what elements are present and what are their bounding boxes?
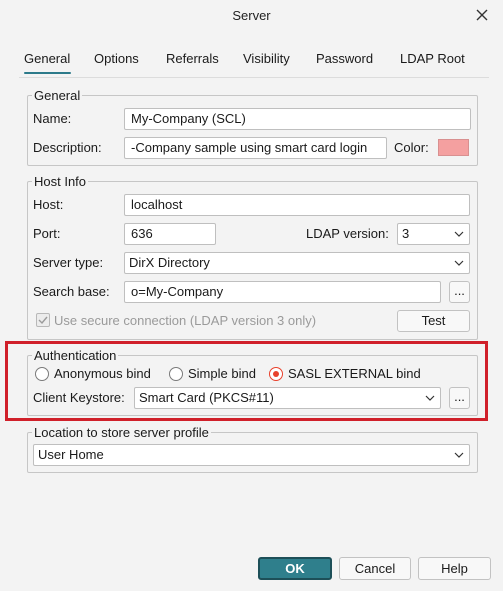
checkmark-icon xyxy=(38,316,48,325)
highlight-box xyxy=(5,341,488,421)
chevron-down-icon xyxy=(454,231,464,237)
tab-password[interactable]: Password xyxy=(316,51,373,66)
location-value: User Home xyxy=(38,447,104,462)
tab-general[interactable]: General xyxy=(24,51,70,66)
search-base-browse-button[interactable]: ... xyxy=(449,281,470,303)
search-base-label: Search base: xyxy=(33,284,110,299)
server-type-label: Server type: xyxy=(33,255,104,270)
window-title: Server xyxy=(232,8,271,23)
ok-button[interactable]: OK xyxy=(258,557,332,580)
name-field[interactable]: My-Company (SCL) xyxy=(124,108,471,130)
ldap-version-value: 3 xyxy=(402,226,410,241)
secure-connection-checkbox[interactable] xyxy=(36,313,50,327)
chevron-down-icon xyxy=(454,452,464,458)
color-swatch[interactable] xyxy=(438,139,469,156)
port-field[interactable]: 636 xyxy=(124,223,216,245)
server-type-value: DirX Directory xyxy=(129,255,210,270)
tab-divider xyxy=(19,77,489,78)
host-label: Host: xyxy=(33,197,64,212)
secure-connection-label: Use secure connection (LDAP version 3 on… xyxy=(54,313,317,328)
ldap-version-label: LDAP version: xyxy=(306,226,389,241)
server-type-select[interactable]: DirX Directory xyxy=(124,252,470,274)
search-base-field[interactable]: o=My-Company xyxy=(124,281,441,303)
help-button[interactable]: Help xyxy=(418,557,491,580)
host-field[interactable]: localhost xyxy=(124,194,470,216)
cancel-button[interactable]: Cancel xyxy=(339,557,411,580)
port-label: Port: xyxy=(33,226,61,241)
ldap-version-select[interactable]: 3 xyxy=(397,223,470,245)
close-icon xyxy=(476,9,488,21)
location-select[interactable]: User Home xyxy=(33,444,470,466)
tab-ldap-root[interactable]: LDAP Root xyxy=(400,51,465,66)
general-legend: General xyxy=(34,88,81,103)
description-label: Description: xyxy=(33,140,102,155)
name-label: Name: xyxy=(33,111,72,126)
tab-referrals[interactable]: Referrals xyxy=(166,51,219,66)
chevron-down-icon xyxy=(454,260,464,266)
description-field[interactable]: -Company sample using smart card login xyxy=(124,137,387,159)
close-button[interactable] xyxy=(469,4,495,28)
color-label: Color: xyxy=(394,140,429,155)
host-info-legend: Host Info xyxy=(34,174,87,189)
tab-options[interactable]: Options xyxy=(94,51,139,66)
active-tab-indicator xyxy=(24,72,71,74)
tab-visibility[interactable]: Visibility xyxy=(243,51,290,66)
location-legend: Location to store server profile xyxy=(34,425,209,440)
test-button[interactable]: Test xyxy=(397,310,470,332)
